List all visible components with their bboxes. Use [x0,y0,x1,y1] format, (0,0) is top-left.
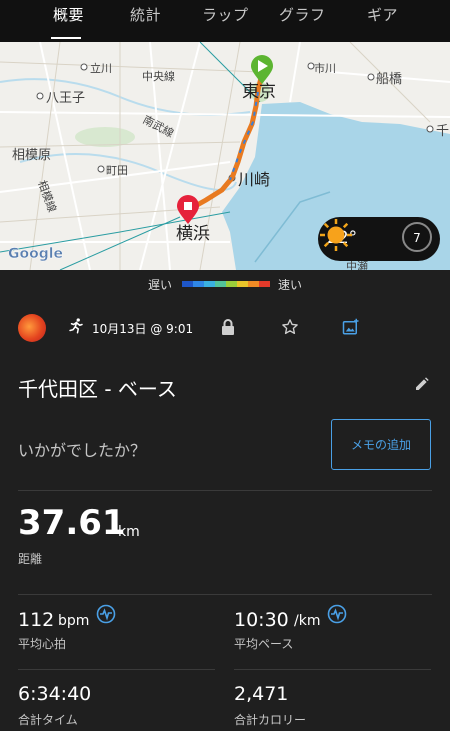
tab-graphs[interactable]: グラフ [279,4,326,25]
avg-hr-unit: bpm [58,613,90,629]
pace-color-swatch [182,281,193,287]
map-label-chiba: 千 [436,124,449,139]
avg-pace-label: 平均ペース [234,637,294,651]
pace-legend: 遅い 速い [0,270,450,298]
sun-icon [320,219,352,251]
total-time-value: 6:34:40 [18,683,92,705]
tab-bar: 概要 統計 ラップ グラフ ギア [0,0,450,42]
avg-hr-label: 平均心拍 [18,637,67,651]
map-label-kawasaki: 川崎 [238,170,270,189]
map-label-yokohama: 横浜 [176,224,210,244]
legend-fast-label: 速い [278,278,303,292]
legend-slow-label: 遅い [148,278,173,292]
lock-icon[interactable] [220,318,236,336]
weather-badge[interactable]: 22° 7 [318,217,440,261]
divider [18,594,432,595]
pace-color-swatch [226,281,237,287]
avatar[interactable] [18,314,46,342]
map-label-sagamihara: 相模原 [12,148,51,163]
distance-unit: km [118,524,140,540]
divider [18,490,432,491]
tab-overview[interactable]: 概要 [53,4,84,25]
map-label-tachikawa: 立川 [90,61,112,75]
tab-gear[interactable]: ギア [367,4,398,25]
map-label-tokyo: 東京 [242,82,276,102]
avg-hr-value: 112 [18,609,55,631]
pace-color-swatch [237,281,248,287]
pace-color-swatch [193,281,204,287]
tab-laps[interactable]: ラップ [202,4,249,25]
divider [234,669,431,670]
start-pin-icon[interactable] [251,55,273,84]
map-label-ichikawa: 市川 [314,61,336,75]
total-time-label: 合計タイム [18,713,78,727]
uv-index-badge: 7 [402,222,432,252]
map-label-hachioji: 八王子 [46,91,85,106]
pace-color-swatch [215,281,226,287]
add-memo-button[interactable]: メモの追加 [331,419,431,470]
route-map[interactable]: 立川 中央線 八王子 南武線 相模原 町田 相模線 川崎 東京 横浜 市川 船橋… [0,42,450,270]
avg-pace-unit: /km [294,613,321,629]
activity-meta-row: 10月13日 @ 9:01 [0,312,450,344]
map-label-sagami-line: 相模線 [35,178,59,214]
avg-pace-value: 10:30 [234,609,289,631]
active-tab-indicator [51,37,81,39]
edit-pencil-icon[interactable] [414,376,430,392]
add-photo-icon[interactable] [342,318,360,336]
finish-pin-icon[interactable] [177,195,199,224]
pace-color-swatch [248,281,259,287]
divider [18,669,215,670]
distance-label: 距離 [18,552,43,566]
pace-color-swatch [204,281,215,287]
map-label-machida: 町田 [106,164,128,177]
feel-prompt[interactable]: いかがでしたか？ [18,437,146,461]
activity-title: 千代田区 - ベース [18,377,177,401]
running-icon [69,318,83,334]
total-calories-value: 2,471 [234,683,289,705]
pace-zone-icon[interactable] [327,604,347,624]
activity-date: 10月13日 @ 9:01 [92,322,194,336]
favorite-star-icon[interactable] [281,318,299,336]
total-calories-label: 合計カロリー [234,713,307,727]
distance-value: 37.61 [18,503,126,543]
map-label-chuo-line: 中央線 [142,69,175,83]
google-logo: Google [8,246,63,262]
uv-index-value: 7 [413,231,421,245]
tab-stats[interactable]: 統計 [130,4,161,25]
pace-color-scale [182,281,270,287]
pace-color-swatch [259,281,270,287]
map-label-funabashi: 船橋 [376,72,402,87]
heart-rate-zone-icon[interactable] [96,604,116,624]
